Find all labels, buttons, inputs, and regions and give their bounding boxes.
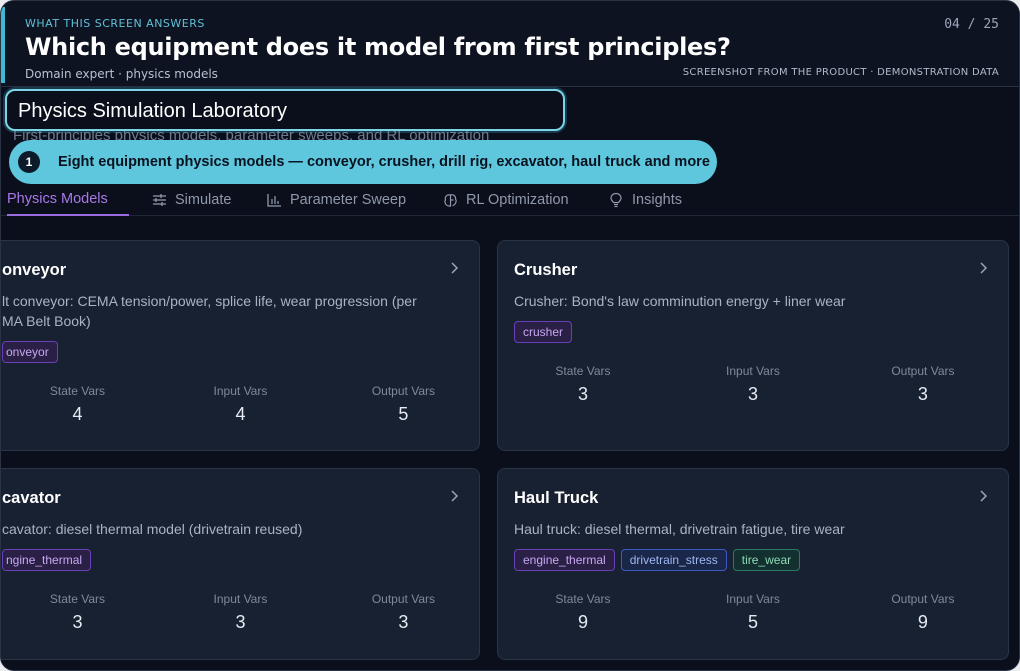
- model-description: lt conveyor: CEMA tension/power, splice …: [2, 293, 417, 329]
- chevron-right-icon: [980, 490, 988, 502]
- model-card-crusher[interactable]: Crusher Crusher: Bond's law comminution …: [497, 240, 1009, 451]
- model-stats: State Vars 3 Input Vars 3 Output Vars 3: [498, 364, 1008, 405]
- screen-frame: WHAT THIS SCREEN ANSWERS Which equipment…: [0, 0, 1020, 671]
- model-name: cavator: [2, 489, 61, 507]
- stat-state-vars: State Vars 3: [49, 592, 106, 632]
- model-description: Crusher: Bond's law comminution energy +…: [514, 293, 846, 309]
- stat-state-vars: State Vars 4: [49, 384, 106, 424]
- tab-label: Simulate: [175, 192, 232, 208]
- stat-output-vars: Output Vars 3: [371, 592, 435, 632]
- caption-accent-bar: [1, 7, 5, 83]
- tab-bar: Physics Models Simulate Parameter Sweep …: [1, 180, 1019, 216]
- stat-input-vars: Input Vars 4: [213, 384, 268, 424]
- tag: tire_wear: [732, 549, 801, 571]
- stat-input-vars: Input Vars 3: [726, 364, 780, 404]
- tab-parameter-sweep[interactable]: Parameter Sweep: [266, 184, 406, 216]
- model-tags: engine_thermal drivetrain_stress tire_we…: [514, 549, 801, 571]
- caption-eyebrow: WHAT THIS SCREEN ANSWERS: [25, 17, 205, 30]
- caption-subtitle: Domain expert · physics models: [25, 67, 218, 81]
- bar-chart-icon: [266, 192, 282, 208]
- tab-label: RL Optimization: [466, 192, 569, 208]
- brain-icon: [442, 192, 458, 208]
- model-card-conveyor[interactable]: onveyor lt conveyor: CEMA tension/power,…: [1, 240, 480, 451]
- tag: ngine_thermal: [2, 549, 92, 571]
- caption-question: Which equipment does it model from first…: [25, 33, 731, 61]
- callout-number-badge: 1: [18, 151, 40, 173]
- slide-counter: 04 / 25: [944, 17, 999, 32]
- model-name: Haul Truck: [514, 489, 599, 507]
- chevron-right-icon: [451, 262, 459, 274]
- tag: onveyor: [2, 341, 58, 363]
- stat-output-vars: Output Vars 9: [891, 592, 955, 632]
- stat-state-vars: State Vars 3: [555, 364, 611, 404]
- model-stats: State Vars 3 Input Vars 3 Output Vars 3: [1, 592, 479, 633]
- lightbulb-icon: [608, 192, 624, 208]
- model-name: onveyor: [2, 261, 67, 279]
- page-title: Physics Simulation Laboratory: [18, 100, 288, 122]
- tab-label: Insights: [632, 192, 682, 208]
- tag: drivetrain_stress: [620, 549, 727, 571]
- model-tags: ngine_thermal: [2, 549, 92, 571]
- stat-state-vars: State Vars 9: [555, 592, 611, 632]
- model-card-haul-truck[interactable]: Haul Truck Haul truck: diesel thermal, d…: [497, 468, 1009, 660]
- caption-header: WHAT THIS SCREEN ANSWERS Which equipment…: [1, 1, 1019, 87]
- callout-annotation: 1 Eight equipment physics models — conve…: [9, 140, 717, 184]
- model-tags: crusher: [514, 321, 573, 343]
- stat-output-vars: Output Vars 3: [891, 364, 955, 404]
- model-card-excavator[interactable]: cavator cavator: diesel thermal model (d…: [1, 468, 480, 660]
- tab-simulate[interactable]: Simulate: [151, 184, 231, 216]
- tab-physics-models[interactable]: Physics Models: [7, 184, 129, 216]
- sliders-icon: [151, 192, 167, 208]
- stat-input-vars: Input Vars 5: [726, 592, 780, 632]
- model-stats: State Vars 4 Input Vars 4 Output Vars 5: [1, 384, 479, 425]
- model-name: Crusher: [514, 261, 578, 279]
- tag: engine_thermal: [514, 549, 615, 571]
- caption-disclaimer: SCREENSHOT FROM THE PRODUCT · DEMONSTRAT…: [682, 67, 999, 78]
- model-stats: State Vars 9 Input Vars 5 Output Vars 9: [498, 592, 1008, 633]
- callout-text: Eight equipment physics models — conveyo…: [58, 154, 710, 170]
- stat-input-vars: Input Vars 3: [213, 592, 268, 632]
- tag: crusher: [514, 321, 573, 343]
- tab-rl-optimization[interactable]: RL Optimization: [442, 184, 569, 216]
- stat-output-vars: Output Vars 5: [371, 384, 435, 424]
- tab-label: Parameter Sweep: [290, 192, 407, 208]
- model-description: cavator: diesel thermal model (drivetrai…: [2, 521, 303, 537]
- page-title-highlight: Physics Simulation Laboratory: [5, 89, 565, 131]
- chevron-right-icon: [980, 262, 988, 274]
- app-area: First-principles physics models, paramet…: [1, 87, 1019, 670]
- model-description: Haul truck: diesel thermal, drivetrain f…: [514, 521, 845, 537]
- tab-insights[interactable]: Insights: [608, 184, 682, 216]
- model-tags: onveyor: [2, 341, 58, 363]
- tab-label: Physics Models: [7, 191, 108, 207]
- chevron-right-icon: [451, 490, 459, 502]
